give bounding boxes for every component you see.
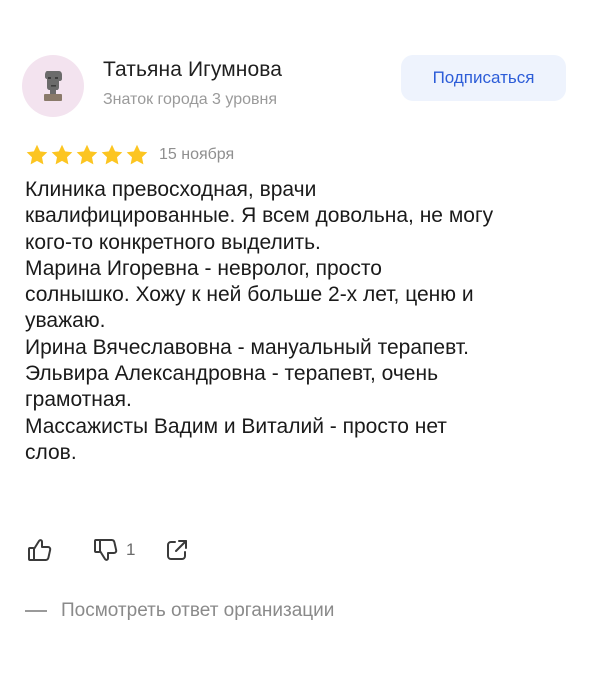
like-button[interactable]: [27, 537, 53, 563]
moai-statue-icon: [44, 71, 62, 101]
view-org-answer-label: Посмотреть ответ организации: [61, 600, 335, 621]
share-icon: [167, 540, 188, 560]
rating-row: 15 ноября: [25, 141, 234, 169]
review-text: Клиника превосходная, врачи квалифициров…: [25, 178, 494, 464]
thumbs-down-icon: [94, 539, 118, 561]
thumbs-up-icon: [28, 539, 52, 561]
dash-divider: [25, 610, 47, 612]
star-icon: [101, 144, 123, 165]
star-rating: [25, 143, 149, 167]
dislike-button[interactable]: 1: [93, 537, 135, 563]
star-icon: [76, 144, 98, 165]
view-org-answer-link[interactable]: Посмотреть ответ организации: [25, 600, 334, 622]
review-actions: 1: [27, 534, 189, 566]
author-status: Знаток города 3 уровня: [103, 91, 278, 108]
review-date: 15 ноября: [159, 146, 235, 163]
star-icon: [126, 144, 148, 165]
share-button[interactable]: [165, 538, 189, 562]
avatar[interactable]: [22, 55, 84, 117]
subscribe-button[interactable]: Подписаться: [401, 55, 566, 101]
review-card: Татьяна Игумнова Знаток города 3 уровня …: [0, 0, 591, 678]
star-icon: [51, 144, 73, 165]
author-name[interactable]: Татьяна Игумнова: [103, 58, 282, 82]
dislike-count: 1: [126, 540, 136, 559]
star-icon: [26, 144, 48, 165]
